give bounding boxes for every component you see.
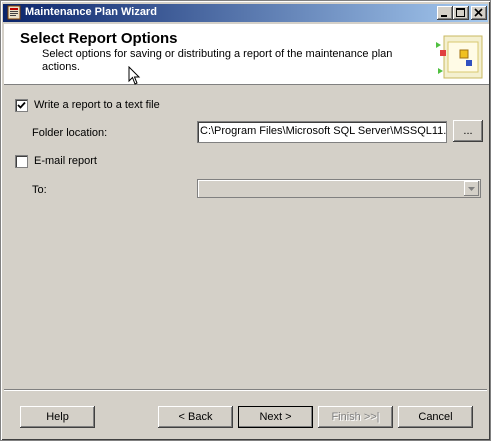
folder-location-input[interactable]: C:\Program Files\Microsoft SQL Server\MS… — [197, 121, 447, 143]
help-button[interactable]: Help — [20, 406, 95, 428]
wizard-app-icon — [7, 5, 21, 20]
maintenance-plan-wizard-window: Maintenance Plan Wizard Select Report Op… — [0, 0, 491, 441]
minimize-button[interactable] — [437, 6, 453, 20]
email-report-label[interactable]: E-mail report — [34, 155, 97, 167]
finish-button[interactable]: Finish >>| — [318, 406, 393, 428]
to-combobox[interactable] — [197, 179, 481, 198]
email-report-checkbox[interactable] — [15, 155, 28, 168]
window-title: Maintenance Plan Wizard — [25, 6, 157, 18]
browse-folder-button[interactable]: ... — [453, 120, 483, 142]
write-report-label[interactable]: Write a report to a text file — [34, 99, 160, 111]
write-report-checkbox[interactable] — [15, 99, 28, 112]
title-bar[interactable]: Maintenance Plan Wizard — [3, 4, 488, 22]
footer-divider — [4, 389, 487, 391]
wizard-header: Select Report Options Select options for… — [4, 24, 489, 85]
back-button[interactable]: < Back — [158, 406, 233, 428]
next-button[interactable]: Next > — [238, 406, 313, 428]
page-description: Select options for saving or distributin… — [42, 48, 393, 73]
chevron-down-icon[interactable] — [464, 181, 479, 196]
page-title: Select Report Options — [20, 30, 178, 47]
close-button[interactable] — [471, 6, 487, 20]
folder-location-label: Folder location: — [32, 127, 108, 139]
maximize-button[interactable] — [453, 6, 469, 20]
wizard-header-icon — [430, 28, 486, 85]
mouse-cursor-icon — [128, 65, 142, 89]
cancel-button[interactable]: Cancel — [398, 406, 473, 428]
folder-location-value: C:\Program Files\Microsoft SQL Server\MS… — [200, 125, 447, 137]
to-label: To: — [32, 184, 47, 196]
